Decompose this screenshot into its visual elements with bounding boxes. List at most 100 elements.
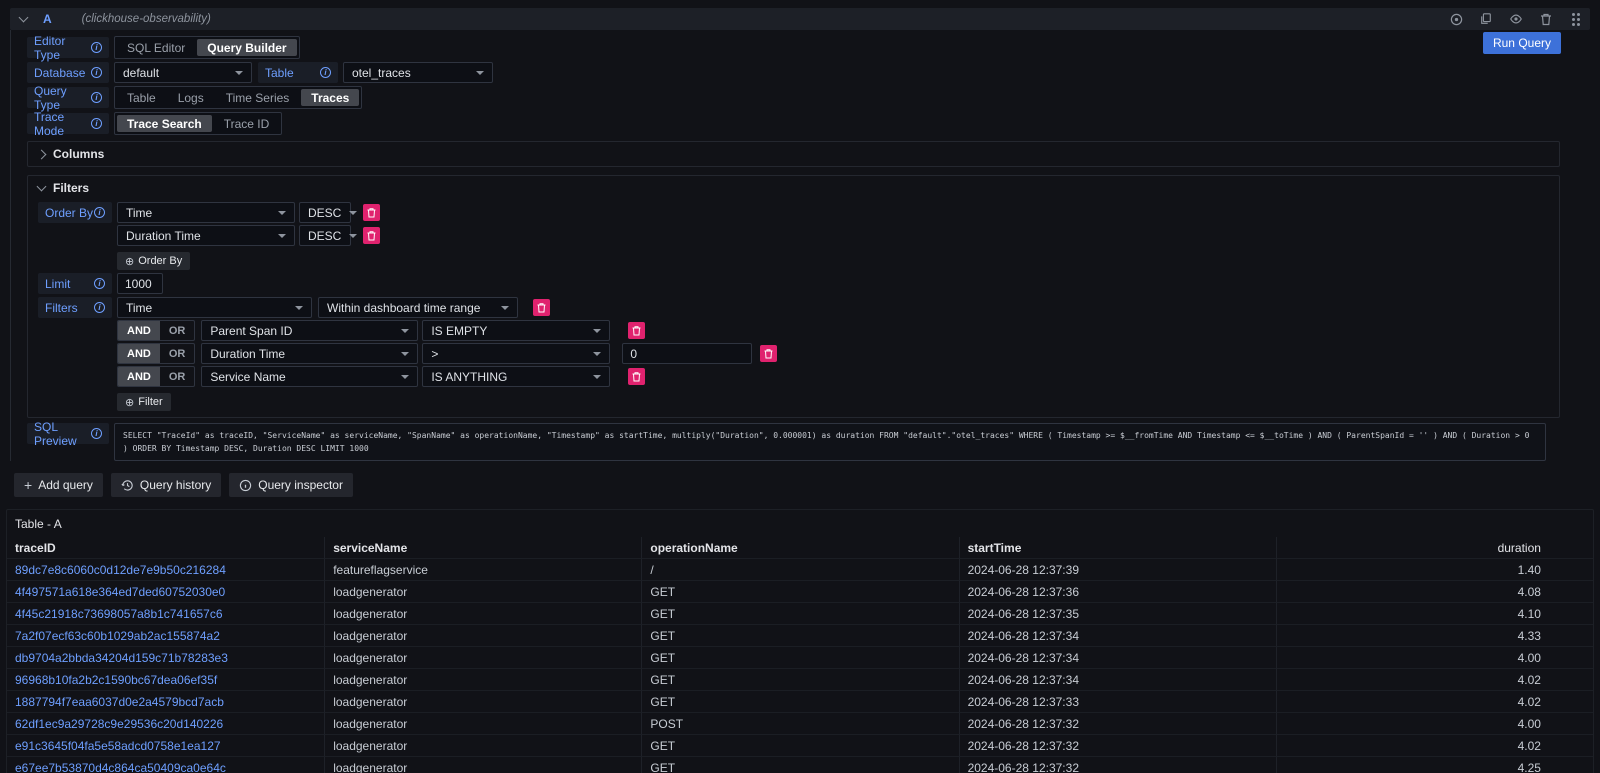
trace-id-link[interactable]: 62df1ec9a29728c9e29536c20d140226 [15,717,223,731]
filter-field-select[interactable]: Service Name [201,366,418,387]
trace-id-cell: e67ee7b53870d4c864ca50409ca0e64c [7,756,324,773]
filter-operator-select[interactable]: Within dashboard time range [318,297,518,318]
table-row: 4f45c21918c73698057a8b1c741657c6 loadgen… [7,602,1593,624]
trace-id-link[interactable]: e67ee7b53870d4c864ca50409ca0e64c [15,761,226,773]
query-editor-panel: A (clickhouse-observability) Run Query [10,8,1590,497]
order-by-direction-select[interactable]: DESC [299,202,351,223]
chevron-down-icon [401,329,409,333]
chevron-down-icon [401,352,409,356]
info-icon[interactable]: i [94,278,105,289]
trace-mode-option-trace-search[interactable]: Trace Search [117,115,212,132]
remove-filter-button[interactable] [760,345,777,362]
query-history-button[interactable]: Query history [111,473,221,497]
editor-type-option-sql-editor[interactable]: SQL Editor [117,39,195,56]
circle-dot-icon[interactable] [1448,11,1464,27]
or-option[interactable]: OR [160,321,195,340]
add-query-button[interactable]: + Add query [14,473,103,497]
editor-type-option-query-builder[interactable]: Query Builder [197,39,296,56]
trace-id-link[interactable]: 4f497571a618e364ed7ded60752030e0 [15,585,225,599]
start-time-cell: 2024-06-28 12:37:34 [959,668,1276,690]
operation-name-cell: GET [641,668,958,690]
copy-icon[interactable] [1478,11,1494,27]
table-select[interactable]: otel_traces [343,62,493,83]
operation-name-cell: GET [641,734,958,756]
filter-operator-value: IS EMPTY [431,324,487,338]
datasource-name: (clickhouse-observability) [82,13,211,25]
column-header-operationname[interactable]: operationName [641,537,958,558]
filter-field-select[interactable]: Parent Span ID [201,320,418,341]
eye-icon[interactable] [1508,11,1524,27]
duration-cell: 4.00 [1276,646,1593,668]
remove-order-by-button[interactable] [363,227,380,244]
operation-name-cell: GET [641,690,958,712]
filter-value-input[interactable] [622,343,752,364]
info-icon[interactable]: i [320,67,331,78]
columns-section-title: Columns [53,147,104,161]
query-type-option-table[interactable]: Table [117,89,166,106]
order-by-field-select[interactable]: Duration Time [117,225,295,246]
order-by-label: Order By i [38,202,112,223]
column-header-duration[interactable]: duration [1276,537,1593,558]
and-option[interactable]: AND [118,321,160,340]
limit-label-text: Limit [45,277,70,291]
trace-id-link[interactable]: db9704a2bbda34204d159c71b78283e3 [15,651,228,665]
filter-field-value: Parent Span ID [210,324,292,338]
filters-section-header[interactable]: Filters [38,180,1549,196]
add-order-by-button[interactable]: ⊕ Order By [117,252,190,270]
filter-field-select[interactable]: Time [117,297,312,318]
remove-order-by-button[interactable] [363,204,380,221]
query-inspector-button[interactable]: Query inspector [229,473,353,497]
remove-filter-button[interactable] [628,368,645,385]
run-query-button[interactable]: Run Query [1483,32,1561,54]
info-icon[interactable]: i [91,67,102,78]
filter-operator-value: > [431,347,438,361]
column-header-traceid[interactable]: traceID [7,537,324,558]
info-icon[interactable]: i [91,428,102,439]
filter-operator-select[interactable]: IS ANYTHING [422,366,610,387]
operation-name-cell: GET [641,624,958,646]
table-row: 4f497571a618e364ed7ded60752030e0 loadgen… [7,580,1593,602]
database-select[interactable]: default [114,62,252,83]
filter-operator-select[interactable]: > [422,343,610,364]
and-option[interactable]: AND [118,367,160,386]
trace-mode-option-trace-id[interactable]: Trace ID [214,115,280,132]
info-icon[interactable]: i [91,92,102,103]
trace-id-link[interactable]: 89dc7e8c6060c0d12de7e9b50c216284 [15,563,226,577]
duration-cell: 1.40 [1276,558,1593,580]
query-row-header[interactable]: A (clickhouse-observability) [10,8,1590,30]
filter-operator-select[interactable]: IS EMPTY [422,320,610,341]
drag-handle[interactable] [1572,13,1580,26]
filters-section-title: Filters [53,181,89,195]
trace-id-link[interactable]: 1887794f7eaa6037d0e2a4579bcd7acb [15,695,224,709]
or-option[interactable]: OR [160,367,195,386]
info-icon[interactable]: i [91,118,102,129]
column-header-starttime[interactable]: startTime [959,537,1276,558]
info-icon[interactable]: i [91,42,102,53]
trash-icon[interactable] [1538,11,1554,27]
info-icon[interactable]: i [94,207,105,218]
trace-id-link[interactable]: 96968b10fa2b2c1590bc67dea06ef35f [15,673,217,687]
order-by-field-select[interactable]: Time [117,202,295,223]
filter-field-select[interactable]: Duration Time [201,343,418,364]
start-time-cell: 2024-06-28 12:37:32 [959,712,1276,734]
trace-id-link[interactable]: 7a2f07ecf63c60b1029ab2ac155874a2 [15,629,220,643]
remove-filter-button[interactable] [533,299,550,316]
results-table-panel: Table - A traceID serviceName operationN… [6,509,1594,773]
query-type-option-time-series[interactable]: Time Series [216,89,300,106]
query-type-option-logs[interactable]: Logs [168,89,214,106]
trace-id-link[interactable]: e91c3645f04fa5e58adcd0758e1ea127 [15,739,221,753]
and-option[interactable]: AND [118,344,160,363]
info-icon[interactable]: i [94,302,105,313]
query-footer: + Add query Query history Query inspecto… [14,473,1590,497]
duration-cell: 4.02 [1276,734,1593,756]
filters-block: Filters i Time Within dashboard time ran… [38,297,1549,411]
columns-section-header[interactable]: Columns [38,146,1549,162]
order-by-direction-select[interactable]: DESC [299,225,351,246]
column-header-servicename[interactable]: serviceName [324,537,641,558]
query-type-option-traces[interactable]: Traces [301,89,359,106]
trace-id-link[interactable]: 4f45c21918c73698057a8b1c741657c6 [15,607,223,621]
or-option[interactable]: OR [160,344,195,363]
add-filter-button[interactable]: ⊕ Filter [117,393,171,411]
limit-input[interactable] [117,273,163,294]
remove-filter-button[interactable] [628,322,645,339]
